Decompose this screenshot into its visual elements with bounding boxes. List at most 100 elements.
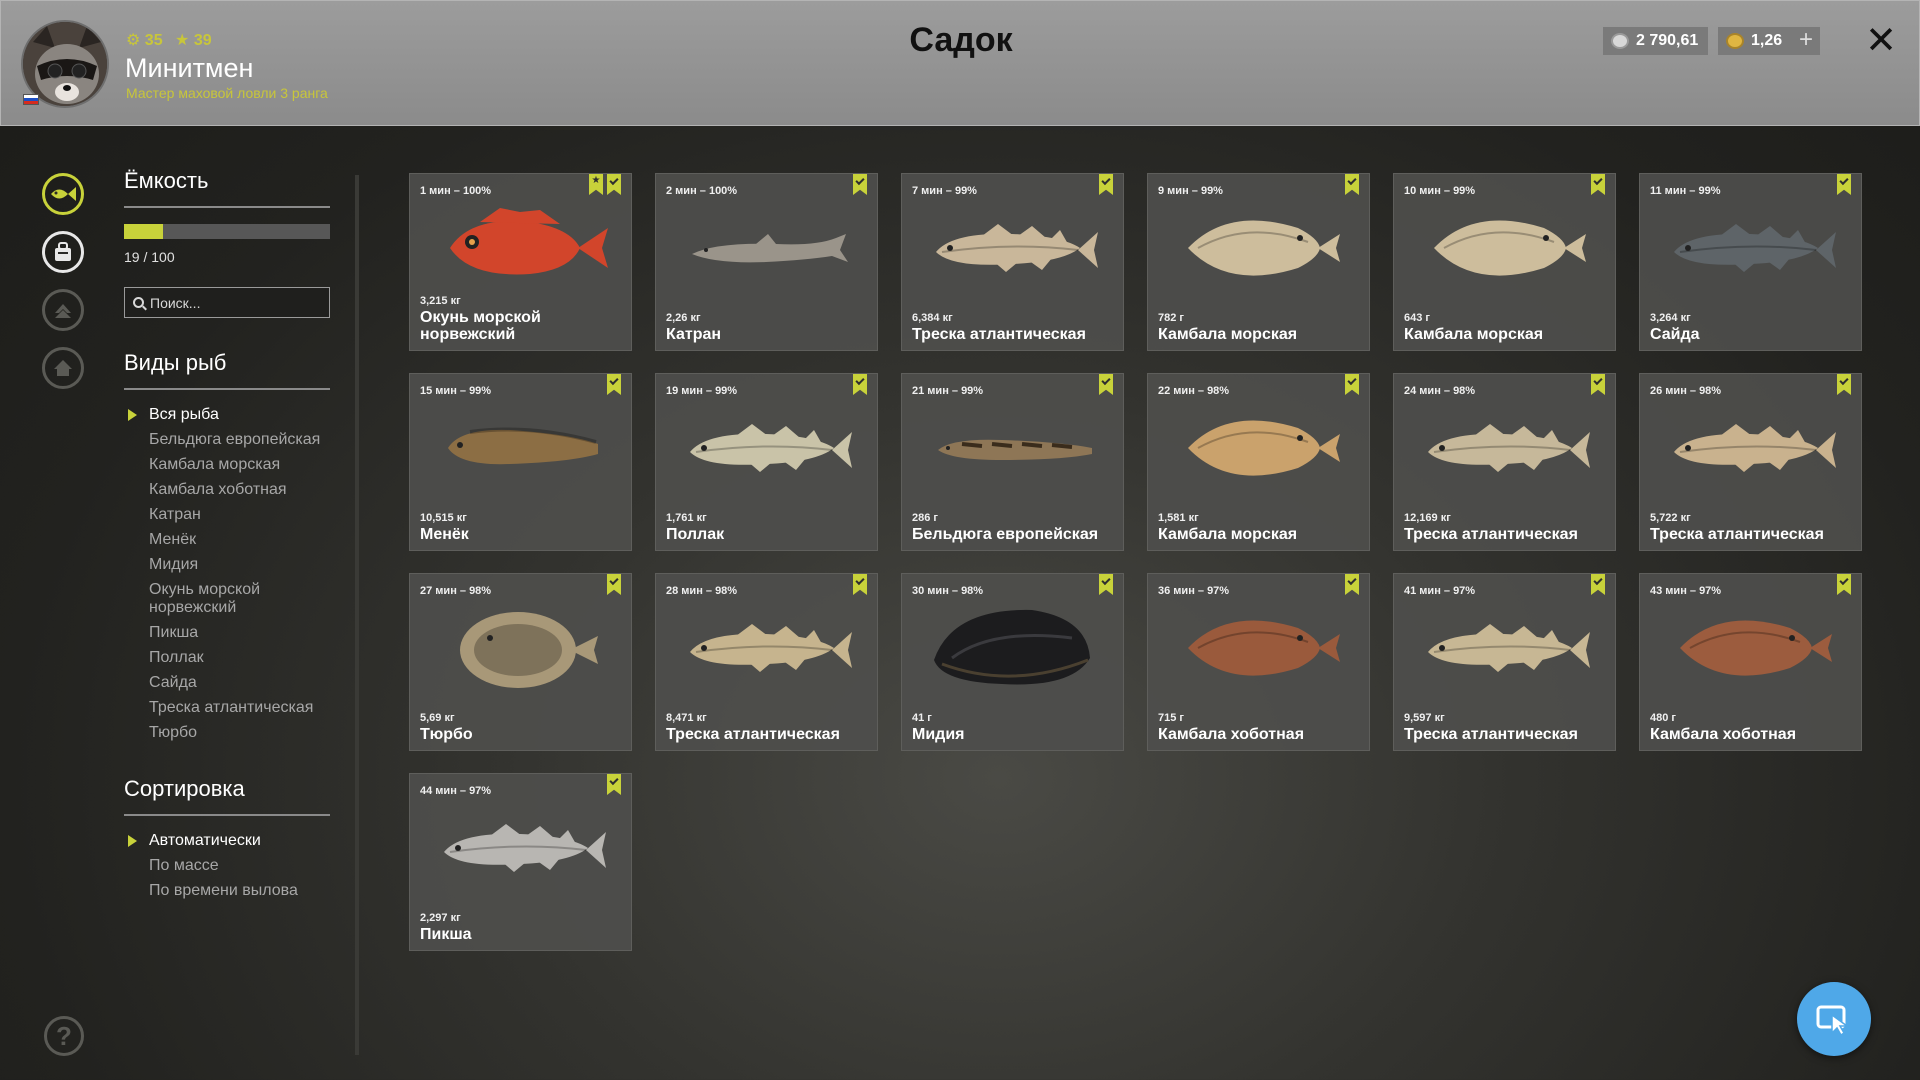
flatfish-icon (1680, 620, 1832, 676)
fish-weight: 2,26 кг (666, 312, 701, 324)
fish-name: Катран (666, 326, 722, 343)
bookmark-check-icon[interactable] (1837, 374, 1851, 395)
capacity-text: 19 / 100 (124, 249, 175, 265)
species-item[interactable]: Пикша (124, 624, 330, 642)
bookmark-check-icon[interactable] (1099, 574, 1113, 595)
bookmark-check-icon[interactable] (1837, 174, 1851, 195)
species-list: Вся рыба Бельдюга европейская Камбала морс… (124, 406, 330, 742)
fish-card[interactable]: 36 мин – 97% 715 г Камбала хоботная (1147, 573, 1370, 751)
search-input[interactable]: Поиск... (124, 287, 330, 318)
fish-name: Треска атлантическая (912, 326, 1086, 343)
fish-card[interactable]: 24 мин – 98% 12,169 кг Треска атлантичес… (1393, 373, 1616, 551)
bookmark-check-icon[interactable] (1591, 374, 1605, 395)
fish-name: Треска атлантическая (666, 726, 840, 743)
eelpout-icon (938, 439, 1092, 460)
filter-panel: Ёмкость 19 / 100 Поиск... Виды рыб Вся р… (124, 168, 330, 907)
turbot-icon (460, 612, 598, 688)
bookmark-check-icon[interactable] (607, 774, 621, 795)
bookmark-check-icon[interactable] (1345, 174, 1359, 195)
fish-card[interactable]: 15 мин – 99% 10,515 кг Менёк (409, 373, 632, 551)
sort-option[interactable]: По массе (124, 857, 330, 875)
cod-icon (690, 424, 852, 472)
bookmark-check-icon[interactable] (1837, 574, 1851, 595)
fish-card[interactable]: 44 мин – 97% 2,297 кг Пикша (409, 773, 632, 951)
bookmark-check-icon[interactable] (853, 374, 867, 395)
species-item[interactable]: Менёк (124, 531, 330, 549)
fish-weight: 715 г (1158, 712, 1184, 724)
bookmark-check-icon[interactable] (607, 174, 621, 195)
species-item[interactable]: Мидия (124, 556, 330, 574)
species-item[interactable]: Бельдюга европейская (124, 431, 330, 449)
cod-icon (690, 624, 852, 672)
sort-option[interactable]: Автоматически (124, 832, 330, 850)
add-currency-button[interactable]: + (1792, 27, 1820, 55)
bookmark-check-icon[interactable] (1099, 374, 1113, 395)
fish-weight: 5,722 кг (1650, 512, 1691, 524)
fish-card[interactable]: 43 мин – 97% 480 г Камбала хоботная (1639, 573, 1862, 751)
rank-tab[interactable] (42, 289, 84, 331)
catch-meta: 22 мин – 98% (1158, 385, 1230, 397)
species-item[interactable]: Камбала хоботная (124, 481, 330, 499)
help-button[interactable]: ? (44, 1016, 84, 1056)
species-item[interactable]: Тюрбо (124, 724, 330, 742)
bookmark-check-icon[interactable] (1345, 374, 1359, 395)
fish-name: Бельдюга европейская (912, 526, 1099, 543)
close-button[interactable]: ✕ (1863, 21, 1899, 61)
bookmark-check-icon[interactable] (1591, 174, 1605, 195)
fish-name: Поллак (666, 526, 725, 543)
species-item[interactable]: Сайда (124, 674, 330, 692)
species-item[interactable]: Окунь морской норвежский (124, 581, 330, 617)
cursor-mode-button[interactable] (1797, 982, 1871, 1056)
sort-option[interactable]: По времени вылова (124, 882, 330, 900)
fish-card[interactable]: 7 мин – 99% 6,384 кг Треска атлантическа… (901, 173, 1124, 351)
fish-card[interactable]: 10 мин – 99% 643 г Камбала морская (1393, 173, 1616, 351)
fish-card[interactable]: 21 мин – 99% 286 г Бельдюга европейская (901, 373, 1124, 551)
bookmark-check-icon[interactable] (1345, 574, 1359, 595)
bookmark-check-icon[interactable] (853, 574, 867, 595)
fish-card[interactable]: 1 мин – 100% 3,215 кг Окунь морской норв… (409, 173, 632, 351)
fish-name: Сайда (1650, 326, 1700, 343)
fish-card[interactable]: 11 мин – 99% 3,264 кг Сайда (1639, 173, 1862, 351)
flatfish-icon (1434, 220, 1586, 276)
fish-card[interactable]: 27 мин – 98% 5,69 кг Тюрбо (409, 573, 632, 751)
bookmark-check-icon[interactable] (853, 174, 867, 195)
fish-card[interactable]: 22 мин – 98% 1,581 кг Камбала морская (1147, 373, 1370, 551)
capacity-bar (124, 224, 330, 239)
species-item[interactable]: Вся рыба (124, 406, 330, 424)
bookmark-star-icon[interactable]: ★ (589, 174, 603, 195)
catch-meta: 21 мин – 99% (912, 385, 984, 397)
species-item[interactable]: Поллак (124, 649, 330, 667)
fish-card[interactable]: 2 мин – 100% 2,26 кг Катран (655, 173, 878, 351)
fish-card[interactable]: 30 мин – 98% 41 г Мидия (901, 573, 1124, 751)
fish-name: Мидия (912, 726, 965, 743)
fish-card[interactable]: 28 мин – 98% 8,471 кг Треска атлантическ… (655, 573, 878, 751)
fish-weight: 10,515 кг (420, 512, 467, 524)
fish-name: Камбала хоботная (1650, 726, 1797, 743)
bookmark-check-icon[interactable] (607, 574, 621, 595)
fish-weight: 3,215 кг (420, 295, 461, 307)
catch-meta: 7 мин – 99% (912, 185, 977, 197)
gear-inventory-tab[interactable] (42, 231, 84, 273)
fish-weight: 41 г (912, 712, 932, 724)
fish-weight: 8,471 кг (666, 712, 707, 724)
bookmark-check-icon[interactable] (1591, 574, 1605, 595)
species-title: Виды рыб (124, 350, 330, 390)
bookmark-check-icon[interactable] (1099, 174, 1113, 195)
flatfish-icon (1188, 220, 1340, 276)
fish-keepnet-tab[interactable] (42, 173, 84, 215)
species-item[interactable]: Катран (124, 506, 330, 524)
bookmark-check-icon[interactable] (607, 374, 621, 395)
player-rank: Мастер маховой ловли 3 ранга (126, 85, 328, 101)
fish-card[interactable]: 41 мин – 97% 9,597 кг Треска атлантическ… (1393, 573, 1616, 751)
species-item[interactable]: Треска атлантическая (124, 699, 330, 717)
gold-balance: 1,26 (1718, 27, 1793, 55)
fish-name: Окунь морской норвежский (420, 309, 541, 343)
home-tab[interactable] (42, 347, 84, 389)
cursor-icon (1816, 1005, 1850, 1035)
fish-card[interactable]: 19 мин – 99% 1,761 кг Поллак (655, 373, 878, 551)
cod-icon (1674, 424, 1836, 472)
fish-name: Камбала морская (1158, 526, 1298, 543)
fish-card[interactable]: 26 мин – 98% 5,722 кг Треска атлантическ… (1639, 373, 1862, 551)
species-item[interactable]: Камбала морская (124, 456, 330, 474)
fish-card[interactable]: 9 мин – 99% 782 г Камбала морская (1147, 173, 1370, 351)
